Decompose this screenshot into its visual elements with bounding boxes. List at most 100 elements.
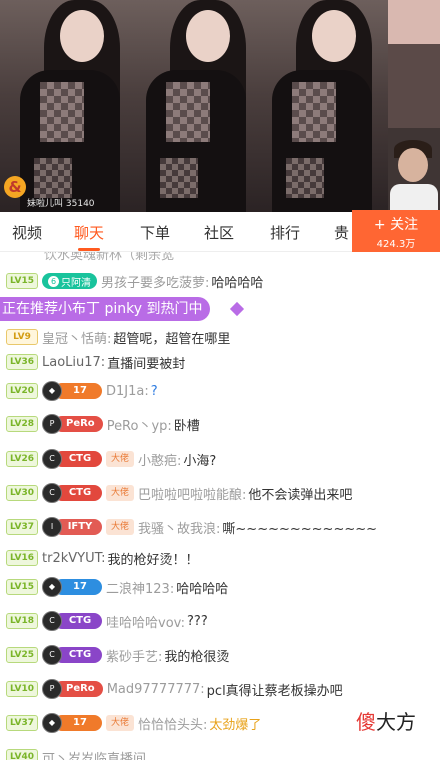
active-tab-indicator [78,248,100,251]
chat-message: LV37 I IFTY 大佬 我骚丶故我浪: 嘶~~~~~~~~~~~~~ [0,516,377,538]
fan-badge[interactable]: ◆ 17 [42,577,102,597]
tab-chat[interactable]: 聊天 [74,222,104,243]
title-badge: 大佬 [106,715,135,731]
level-badge: LV18 [6,613,38,629]
fan-badge[interactable]: C CTG [42,483,102,503]
username[interactable]: Mad97777777: [107,682,205,697]
username[interactable]: 我骚丶故我浪: [138,518,220,537]
fan-avatar-icon: C [42,483,62,503]
level-badge: LV20 [6,383,38,399]
username[interactable]: 紫砂手艺: [106,646,162,665]
level-badge: LV15 [6,273,38,289]
fan-avatar-icon: ◆ [42,381,62,401]
chat-message: LV16 tr2kVYUT: 我的枪好烫！！ [0,547,199,569]
level-badge: LV37 [6,715,38,731]
chat-message: LV30 C CTG 大佬 巴啦啦吧啦啦能酿: 他不会读弹出来吧 [0,482,352,504]
message-text: pcl真得让蔡老板操办吧 [206,683,343,699]
video-frame [252,0,388,212]
fan-badge[interactable]: C CTG [42,449,102,469]
title-badge: 大佬 [106,485,135,501]
message-text: 太劲爆了 [209,717,262,733]
chat-message: LV10 P PeRo Mad97777777: pcl真得让蔡老板操办吧 [0,678,343,700]
message-text: 直播间要被封 [107,356,186,372]
follow-button[interactable]: + 关注 424.3万 [352,210,440,252]
username[interactable]: 二浪神123: [106,578,174,597]
username[interactable]: tr2kVYUT: [42,551,105,566]
tab-noble[interactable]: 贵 [334,222,349,243]
username[interactable]: LaoLiu17: [42,355,105,370]
chat-message: 饮水奥魂新林（剩余宽 [44,252,175,263]
username[interactable]: 恰恰恰头头: [138,714,207,733]
message-text: 哈哈哈哈 [211,275,264,291]
level-badge: LV28 [6,416,38,432]
tab-ranking[interactable]: 排行 [270,222,300,243]
side-video-thumbnail[interactable] [388,0,440,212]
message-text: ? [150,383,158,399]
video-caption: 妹啦儿叫 35140 [27,199,95,209]
level-badge: LV25 [6,647,38,663]
tab-community[interactable]: 社区 [204,222,234,243]
username[interactable]: 皇冠丶恬萌: [42,328,111,347]
level-badge: LV26 [6,451,38,467]
title-badge: 大佬 [106,451,135,467]
username[interactable]: 哇哈哈哈vov: [106,612,185,631]
watermark: 傻大方 [350,706,422,735]
fan-avatar-icon: C [42,611,62,631]
chat-message: LV26 C CTG 大佬 小憨疤: 小海? [0,448,216,470]
chat-message: LV37 ◆ 17 大佬 恰恰恰头头: 太劲爆了 [0,712,261,734]
title-badge: 大佬 [106,519,135,535]
fan-badge[interactable]: C CTG [42,611,102,631]
level-badge: LV40 [6,749,38,760]
chat-message: LV25 C CTG 紫砂手艺: 我的枪很烫 [0,644,229,666]
diamond-icon [229,301,245,317]
fan-badge[interactable]: C CTG [42,645,102,665]
chat-message: LV15 6 只阿清 男孩子要多吃菠萝: 哈哈哈哈 [0,270,263,292]
message-text: 我的枪很烫 [164,649,230,665]
fan-badge[interactable]: P PeRo [42,679,103,699]
fan-badge[interactable]: ◆ 17 [42,381,102,401]
fan-avatar-icon: ◆ [42,713,62,733]
level-badge: LV15 [6,579,38,595]
level-badge: LV10 [6,681,38,697]
username[interactable]: 男孩子要多吃菠萝: [101,272,209,291]
message-text: 超管呢，超管在哪里 [113,331,231,347]
fan-badge[interactable]: ◆ 17 [42,713,102,733]
username[interactable]: 小憨疤: [138,450,181,469]
chat-message: LV40 可丶岁岁临直播间 [0,746,148,760]
chat-message: LV36 LaoLiu17: 直播间要被封 [0,351,185,373]
fan-avatar-icon: C [42,449,62,469]
streamer-logo-icon: & [4,176,26,198]
message-text: 哈哈哈哈 [176,581,229,597]
fan-avatar-icon: I [42,517,62,537]
fan-badge[interactable]: P PeRo [42,414,103,434]
level-badge: LV16 [6,550,38,566]
username[interactable]: 可丶岁岁临直播间 [42,748,146,760]
username[interactable]: PeRo丶yp: [107,415,172,434]
fan-badge[interactable]: I IFTY [42,517,102,537]
fan-avatar-icon: P [42,679,62,699]
level-badge: LV36 [6,354,38,370]
fan-avatar-icon: P [42,414,62,434]
fan-avatar-icon: C [42,645,62,665]
fans-group-badge[interactable]: 6 只阿清 [42,273,97,289]
message-text: 我的枪好烫！！ [107,552,199,568]
tab-order[interactable]: 下单 [140,222,170,243]
chat-message: LV28 P PeRo PeRo丶yp: 卧槽 [0,413,200,435]
message-text: ??? [187,613,208,629]
tab-video[interactable]: 视频 [12,222,42,243]
promo-banner[interactable]: 正在推荐小布丁 pinky 到热门中 [0,297,211,321]
fan-avatar-icon: ◆ [42,577,62,597]
message-text: 嘶~~~~~~~~~~~~~ [222,521,378,537]
username[interactable]: D1J1a: [106,384,149,399]
username[interactable]: 巴啦啦吧啦啦能酿: [138,484,246,503]
chat-message: LV15 ◆ 17 二浪神123: 哈哈哈哈 [0,576,228,598]
video-player[interactable]: & 妹啦儿叫 35140 [0,0,440,212]
message-text: 他不会读弹出来吧 [248,487,353,503]
level-badge: LV30 [6,485,38,501]
message-text: 小海? [183,453,217,469]
chat-message: LV9 皇冠丶恬萌: 超管呢，超管在哪里 [0,326,230,348]
level-badge: LV37 [6,519,38,535]
chat-message: LV18 C CTG 哇哈哈哈vov: ??? [0,610,208,632]
viewer-count: 35140 [65,199,95,209]
chat-list[interactable]: 饮水奥魂新林（剩余宽 LV15 6 只阿清 男孩子要多吃菠萝: 哈哈哈哈 正在推荐… [0,252,440,760]
